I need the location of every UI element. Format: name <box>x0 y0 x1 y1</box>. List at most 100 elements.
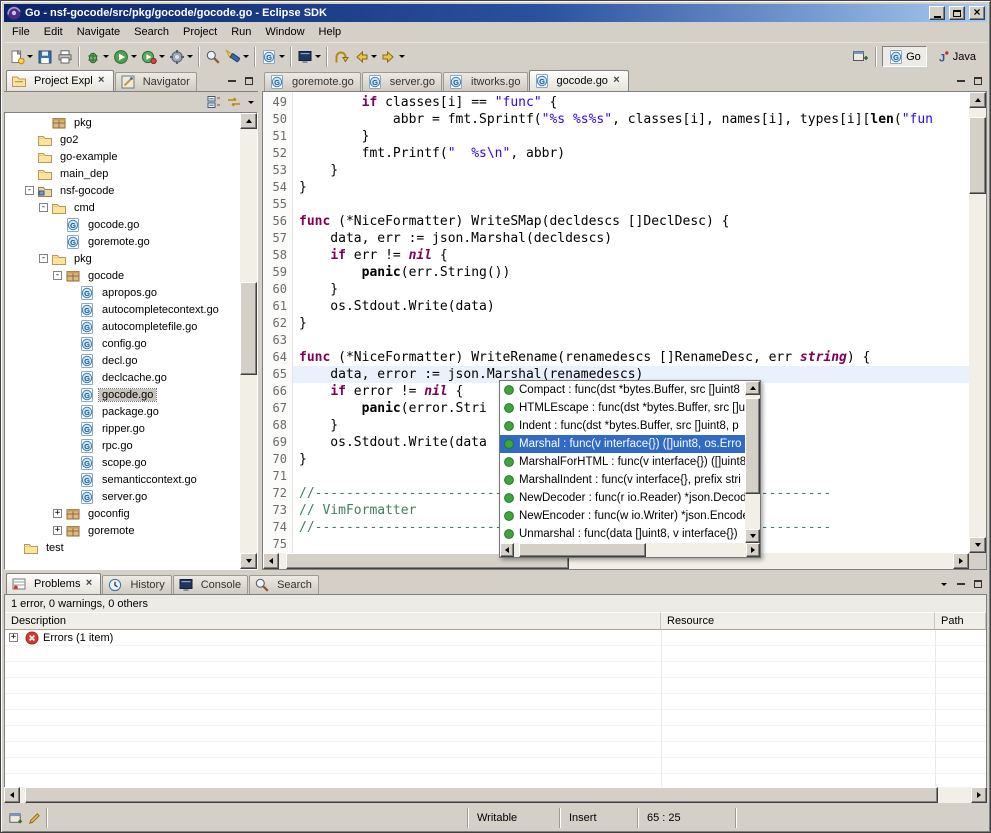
tree-item-pkg[interactable]: pkg <box>5 114 240 131</box>
tree-item-rpc.go[interactable]: Grpc.go <box>5 437 240 454</box>
tree-item-autocompletefile.go[interactable]: Gautocompletefile.go <box>5 318 240 335</box>
menu-help[interactable]: Help <box>312 23 349 41</box>
code-line-54[interactable]: } <box>293 179 969 196</box>
collapse-icon[interactable] <box>25 186 34 195</box>
tree-item-main_dep[interactable]: main_dep <box>5 165 240 182</box>
editor-tab-goremote.go[interactable]: Ggoremote.go <box>264 72 361 91</box>
collapse-all-button[interactable] <box>206 94 222 110</box>
menu-file[interactable]: File <box>5 23 37 41</box>
maximize-button[interactable] <box>949 6 965 20</box>
scroll-up-button[interactable] <box>240 113 257 129</box>
collapse-icon[interactable] <box>53 271 62 280</box>
popup-horizontal-scrollbar[interactable] <box>500 543 760 557</box>
tab-console[interactable]: Console <box>173 575 248 594</box>
launch-shortcut-icon[interactable] <box>27 811 42 826</box>
code-line-49[interactable]: if classes[i] == "func" { <box>293 94 969 111</box>
close-icon[interactable] <box>611 75 622 86</box>
search-button[interactable] <box>223 46 251 68</box>
tree-item-go-example[interactable]: go-example <box>5 148 240 165</box>
code-line-56[interactable]: func (*NiceFormatter) WriteSMap(decldesc… <box>293 213 969 230</box>
maximize-view-button[interactable] <box>241 74 256 88</box>
scroll-down-button[interactable] <box>969 537 986 553</box>
tree-item-nsf-gocode[interactable]: nsf-gocode <box>5 182 240 199</box>
scroll-thumb[interactable] <box>25 787 938 803</box>
tree-item-server.go[interactable]: Gserver.go <box>5 488 240 505</box>
forward-dropdown-icon[interactable] <box>399 55 405 58</box>
minimize-view-button[interactable] <box>953 577 968 591</box>
code-line-51[interactable]: } <box>293 128 969 145</box>
menu-project[interactable]: Project <box>176 23 224 41</box>
tree-item-gocode.go[interactable]: Ggocode.go <box>5 386 240 403</box>
tree-item-goremote.go[interactable]: Ggoremote.go <box>5 233 240 250</box>
popup-vertical-scrollbar[interactable] <box>745 381 760 543</box>
forward-button[interactable] <box>379 46 407 68</box>
scroll-up-button[interactable] <box>745 381 760 395</box>
external-tools-dropdown-icon[interactable] <box>187 55 193 58</box>
tree-item-cmd[interactable]: cmd <box>5 199 240 216</box>
code-line-59[interactable]: panic(err.String()) <box>293 264 969 281</box>
tree-item-pkg[interactable]: pkg <box>5 250 240 267</box>
scroll-track[interactable] <box>20 787 971 803</box>
maximize-editor-button[interactable] <box>970 74 985 88</box>
titlebar[interactable]: Go - nsf-gocode/src/pkg/gocode/gocode.go… <box>4 4 987 22</box>
column-header-resource[interactable]: Resource <box>661 612 935 630</box>
menu-navigate[interactable]: Navigate <box>70 23 127 41</box>
code-line-60[interactable]: } <box>293 281 969 298</box>
code-line-53[interactable]: } <box>293 162 969 179</box>
external-tools-button[interactable] <box>167 46 195 68</box>
link-with-editor-button[interactable] <box>226 94 242 110</box>
scroll-track[interactable] <box>745 395 760 529</box>
run-dropdown-icon[interactable] <box>131 55 137 58</box>
code-line-58[interactable]: if err != nil { <box>293 247 969 264</box>
expand-icon[interactable] <box>9 633 18 642</box>
view-menu-button[interactable] <box>941 583 947 586</box>
code-line-50[interactable]: abbr = fmt.Sprintf("%s %s%s", classes[i]… <box>293 111 969 128</box>
tree-item-gocode[interactable]: gocode <box>5 267 240 284</box>
expand-icon[interactable] <box>53 509 62 518</box>
debug-dropdown-icon[interactable] <box>103 55 109 58</box>
tree-item-goconfig[interactable]: goconfig <box>5 505 240 522</box>
minimize-button[interactable] <box>929 6 945 20</box>
scroll-left-button[interactable] <box>263 553 279 569</box>
tree-item-scope.go[interactable]: Gscope.go <box>5 454 240 471</box>
tree-item-config.go[interactable]: Gconfig.go <box>5 335 240 352</box>
completion-item[interactable]: Unmarshal : func(data []uint8, v interfa… <box>500 525 745 543</box>
tree-item-semanticcontext.go[interactable]: Gsemanticcontext.go <box>5 471 240 488</box>
run-history-button[interactable] <box>139 46 167 68</box>
new-wizard-button[interactable] <box>7 46 35 68</box>
completion-item[interactable]: MarshalIndent : func(v interface{}, pref… <box>500 471 745 489</box>
last-edit-location-button[interactable] <box>331 46 351 68</box>
code-line-64[interactable]: func (*NiceFormatter) WriteRename(rename… <box>293 349 969 366</box>
editor-tab-gocode.go[interactable]: Ggocode.go <box>529 70 629 91</box>
scroll-right-button[interactable] <box>953 553 969 569</box>
search-dropdown-icon[interactable] <box>243 55 249 58</box>
tree-vertical-scrollbar[interactable] <box>240 113 257 569</box>
code-line-52[interactable]: fmt.Printf(" %s\n", abbr) <box>293 145 969 162</box>
maximize-view-button[interactable] <box>970 577 985 591</box>
tab-history[interactable]: History <box>102 575 171 594</box>
debug-button[interactable] <box>83 46 111 68</box>
code-line-61[interactable]: os.Stdout.Write(data) <box>293 298 969 315</box>
scroll-up-button[interactable] <box>969 92 986 108</box>
scroll-thumb[interactable] <box>969 117 986 194</box>
completion-item[interactable]: NewDecoder : func(r io.Reader) *json.Dec… <box>500 489 745 507</box>
completion-item[interactable]: HTMLEscape : func(dst *bytes.Buffer, src… <box>500 399 745 417</box>
back-button[interactable] <box>351 46 379 68</box>
scroll-right-button[interactable] <box>971 787 987 803</box>
tab-project-explorer[interactable]: Project Expl <box>6 70 114 91</box>
perspective-go[interactable]: GGo <box>882 46 927 67</box>
scroll-thumb[interactable] <box>519 543 647 557</box>
tree-item-package.go[interactable]: Gpackage.go <box>5 403 240 420</box>
code-line-63[interactable] <box>293 332 969 349</box>
open-console-button[interactable] <box>295 46 323 68</box>
tree-item-declcache.go[interactable]: Gdeclcache.go <box>5 369 240 386</box>
close-icon[interactable] <box>83 578 94 589</box>
problems-horizontal-scrollbar[interactable] <box>4 787 987 803</box>
open-type-button[interactable] <box>203 46 223 68</box>
close-icon[interactable] <box>96 75 107 86</box>
scroll-track[interactable] <box>969 108 986 537</box>
tree-item-autocompletecontext.go[interactable]: Gautocompletecontext.go <box>5 301 240 318</box>
editor-tab-itworks.go[interactable]: Gitworks.go <box>443 72 528 91</box>
new-go-element-button[interactable]: G <box>259 46 287 68</box>
tab-search[interactable]: Search <box>249 575 319 594</box>
